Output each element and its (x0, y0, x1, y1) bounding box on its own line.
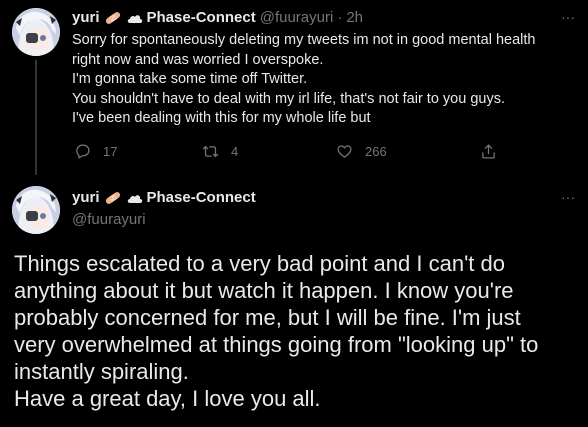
retweet-icon (202, 145, 219, 158)
retweet-count: 4 (231, 144, 239, 159)
timestamp[interactable]: 2h (346, 9, 363, 26)
display-name[interactable]: yuri (72, 189, 100, 206)
tweet-text-line: anything about it but watch it happen. I… (14, 278, 514, 303)
avatar-image (12, 186, 60, 234)
tweet-actions: 17 4 266 (72, 143, 512, 163)
bandage-emoji-icon (104, 190, 122, 206)
reply-count: 17 (103, 144, 118, 159)
tweet-text-line: very overwhelmed at things going from "l… (14, 332, 539, 357)
tweet-text-line: Sorry for spontaneously deleting my twee… (72, 32, 536, 48)
display-name-suffix[interactable]: Phase-Connect (147, 189, 256, 206)
user-handle[interactable]: @fuurayuri (72, 211, 146, 228)
tweet-text-line: probably concerned for me, but I will be… (14, 305, 521, 330)
cloud-emoji-icon (126, 190, 144, 206)
tweet-text-line: right now and was worried I overspoke. (72, 51, 324, 68)
tweet-header: yuri Phase-Connect @fuurayuri · 2h (72, 9, 363, 26)
separator-dot: · (337, 9, 343, 26)
share-icon (482, 144, 495, 159)
tweet-text-line: Have a great day, I love you all. (14, 386, 321, 411)
more-icon[interactable]: ··· (558, 189, 578, 205)
display-name[interactable]: yuri (72, 9, 100, 26)
more-icon[interactable]: ··· (558, 9, 578, 25)
tweet-text: Sorry for spontaneously deleting my twee… (72, 31, 572, 129)
reply-button[interactable]: 17 (74, 143, 117, 160)
avatar[interactable] (12, 8, 60, 56)
tweet-text-line: I'm gonna take some time off Twitter. (72, 71, 308, 87)
tweet-header: yuri Phase-Connect (72, 189, 256, 206)
tweet-1[interactable]: yuri Phase-Connect @fuurayuri · 2h ··· S… (0, 0, 588, 175)
avatar-image (12, 8, 60, 56)
reply-icon (76, 144, 90, 159)
tweet-text-line: instantly spiraling. (14, 359, 189, 384)
thread-connector-line (35, 60, 37, 175)
display-name-suffix[interactable]: Phase-Connect (147, 9, 256, 26)
tweet-text-line: You shouldn't have to deal with my irl l… (72, 90, 505, 107)
tweet-text-line: Things escalated to a very bad point and… (14, 251, 505, 276)
user-handle[interactable]: @fuurayuri (260, 9, 334, 26)
avatar[interactable] (12, 186, 60, 234)
cloud-emoji-icon (126, 10, 144, 26)
like-icon (337, 145, 352, 158)
tweet-text-line: I've been dealing with this for my whole… (72, 110, 371, 126)
retweet-button[interactable]: 4 (202, 143, 238, 160)
bandage-emoji-icon (104, 10, 122, 26)
like-button[interactable]: 266 (336, 143, 387, 160)
like-count: 266 (365, 144, 387, 159)
tweet-text: Things escalated to a very bad point and… (14, 250, 580, 412)
tweet-2[interactable]: yuri Phase-Connect @fuurayuri ··· Things… (0, 175, 588, 427)
share-button[interactable] (480, 143, 509, 160)
